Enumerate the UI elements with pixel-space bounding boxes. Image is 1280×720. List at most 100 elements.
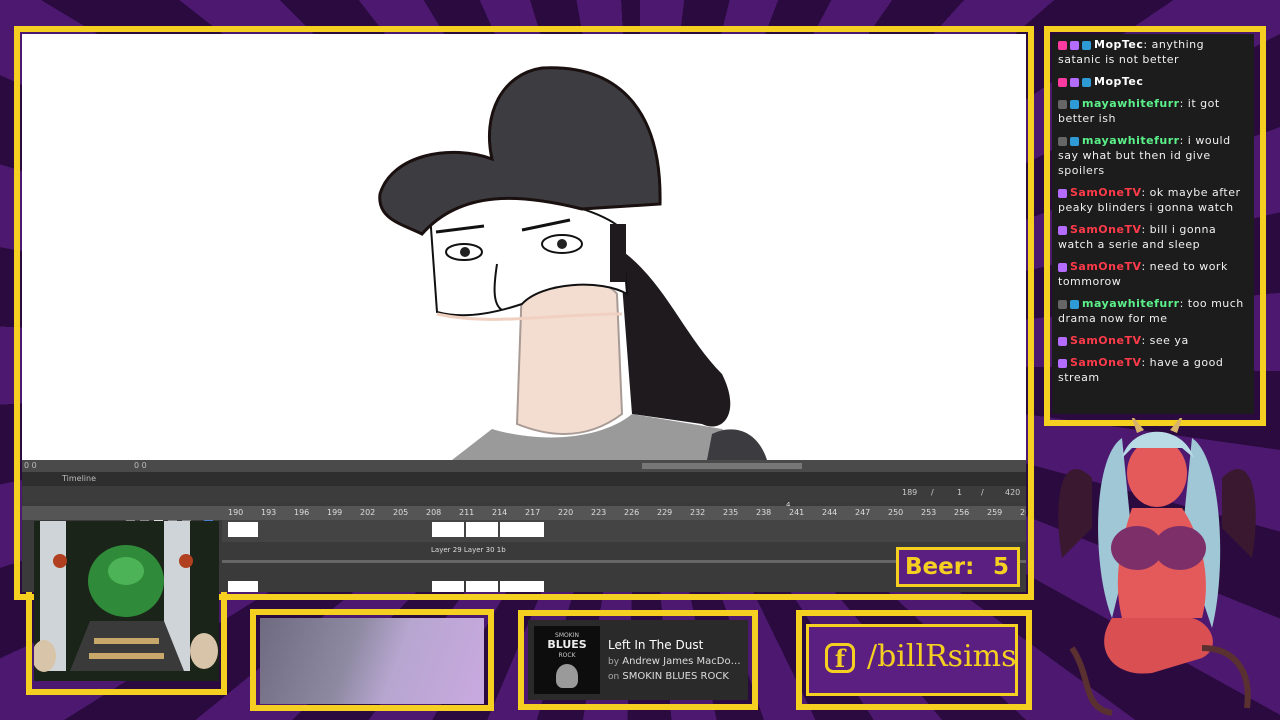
cel-block[interactable] — [228, 581, 258, 592]
scroll-thumb[interactable] — [642, 463, 802, 469]
ruler-tick: 214 — [492, 508, 508, 517]
cel-block[interactable] — [466, 522, 498, 537]
cel-block[interactable] — [466, 581, 498, 592]
chat-message: MopTec: anything satanic is not better — [1052, 34, 1254, 71]
chat-badge-icon — [1058, 358, 1067, 368]
right-pupil — [557, 239, 567, 249]
demon-mascot-illustration — [1058, 418, 1256, 716]
now-playing-widget: SMOKIN BLUES ROCK Left In The Dust by An… — [528, 620, 748, 700]
chat-username[interactable]: MopTec — [1094, 75, 1143, 88]
chat-badge-icon — [1070, 136, 1079, 146]
ruler-tick: 250 — [888, 508, 904, 517]
ruler-tick: 226 — [624, 508, 640, 517]
ruler-tick: 193 — [261, 508, 277, 517]
cel-block[interactable] — [500, 581, 544, 592]
chat-text: see ya — [1149, 334, 1189, 347]
ruler-tick: 235 — [723, 508, 739, 517]
art-text-bottom: ROCK — [558, 652, 576, 659]
cel-block[interactable] — [432, 581, 464, 592]
frame-sep-2: / — [981, 488, 984, 497]
ruler-tick: 241 — [789, 508, 805, 517]
cel-block[interactable] — [228, 522, 258, 537]
chat-username[interactable]: mayawhitefurr — [1082, 134, 1180, 147]
chat-message: SamOneTV: ok maybe after peaky blinders … — [1052, 182, 1254, 219]
chat-separator: : — [1179, 297, 1188, 310]
ruler-tick: 217 — [525, 508, 541, 517]
track-1[interactable] — [222, 520, 1026, 542]
chat-username[interactable]: SamOneTV — [1070, 356, 1141, 369]
on-prefix: on — [608, 672, 620, 682]
chat-badge-icon — [1058, 188, 1067, 198]
zoom-left-readout: 0 0 — [24, 461, 37, 470]
chat-username[interactable]: mayawhitefurr — [1082, 97, 1180, 110]
art-text-main: BLUES — [547, 638, 587, 651]
chat-panel: MopTec: anything satanic is not better Mo… — [1052, 34, 1254, 414]
chat-username[interactable]: mayawhitefurr — [1082, 297, 1180, 310]
facebook-icon: f — [825, 643, 855, 673]
cel-block[interactable] — [500, 522, 544, 537]
frame-one: 1 — [957, 488, 963, 497]
chat-badge-icon — [1070, 99, 1079, 109]
chat-badge-icon — [1058, 99, 1067, 109]
ruler-tick: 202 — [360, 508, 376, 517]
skull-shape — [556, 664, 578, 688]
beer-label: Beer: — [905, 554, 975, 580]
ruler-tick: 259 — [987, 508, 1003, 517]
drawing-canvas[interactable] — [22, 34, 1026, 460]
chat-badge-icon — [1058, 136, 1067, 146]
hair — [612, 244, 731, 427]
chat-badge-icon — [1070, 40, 1079, 50]
chat-message: SamOneTV: see ya — [1052, 330, 1254, 352]
ruler-tick: 208 — [426, 508, 442, 517]
character-drawing — [378, 66, 767, 460]
chat-username[interactable]: SamOneTV — [1070, 260, 1141, 273]
ruler-tick: 244 — [822, 508, 838, 517]
timeline-tabbar: Timeline — [22, 472, 1026, 486]
now-playing-art: SMOKIN BLUES ROCK — [534, 626, 600, 694]
ruler-tick: 211 — [459, 508, 475, 517]
chat-username[interactable]: SamOneTV — [1070, 223, 1141, 236]
chat-message: mayawhitefurr: it got better ish — [1052, 93, 1254, 130]
ruler-tick: 205 — [393, 508, 409, 517]
chat-badge-icon — [1058, 225, 1067, 235]
ruler-tick: 220 — [558, 508, 574, 517]
beer-value: 5 — [992, 554, 1009, 580]
ruler-tick: 232 — [690, 508, 706, 517]
chat-badge-icon — [1058, 336, 1067, 346]
timeline-tab[interactable]: Timeline — [62, 474, 96, 483]
zoom-right-readout: 0 0 — [134, 461, 147, 470]
chat-badge-icon — [1058, 299, 1067, 309]
track-title: Left In The Dust — [608, 638, 704, 652]
chat-badge-icon — [1082, 40, 1091, 50]
blank-panel — [260, 618, 484, 704]
beer-counter: Beer: 5 — [896, 547, 1020, 587]
total-frames: 420 — [1005, 488, 1021, 497]
ruler-tick: 247 — [855, 508, 871, 517]
current-frame: 189 — [902, 488, 918, 497]
facebook-banner: f /billRsims — [806, 624, 1018, 696]
chat-badge-icon — [1082, 77, 1091, 87]
frame-ruler[interactable]: 190 193 196 199 202 205 208 211 214 217 220 223 226 2… — [22, 506, 1026, 520]
ruler-tick: 190 — [228, 508, 244, 517]
ruler-tick: 229 — [657, 508, 673, 517]
ruler-tick: 238 — [756, 508, 772, 517]
chat-separator: : — [1143, 38, 1152, 51]
ruler-tick: 262 — [1020, 508, 1026, 517]
chat-separator: : — [1141, 356, 1150, 369]
chat-username[interactable]: MopTec — [1094, 38, 1143, 51]
chat-message: SamOneTV: have a good stream — [1052, 352, 1254, 389]
sideburn — [610, 224, 626, 282]
ruler-tick: 253 — [921, 508, 937, 517]
track-artist-line: by Andrew James MacDon... — [608, 656, 743, 667]
chat-separator: : — [1141, 260, 1150, 273]
frame-sep-1: / — [931, 488, 934, 497]
chat-message: mayawhitefurr: too much drama now for me — [1052, 293, 1254, 330]
chat-username[interactable]: SamOneTV — [1070, 334, 1141, 347]
cel-label: Layer 29 Layer 30 1b — [431, 546, 506, 554]
chat-username[interactable]: SamOneTV — [1070, 186, 1141, 199]
facebook-handle: /billRsims — [867, 639, 1017, 674]
timeline-scrollbar[interactable]: 0 0 0 0 — [22, 460, 1026, 472]
cel-block[interactable] — [432, 522, 464, 537]
chat-badge-icon — [1070, 77, 1079, 87]
chat-separator: : — [1141, 186, 1150, 199]
